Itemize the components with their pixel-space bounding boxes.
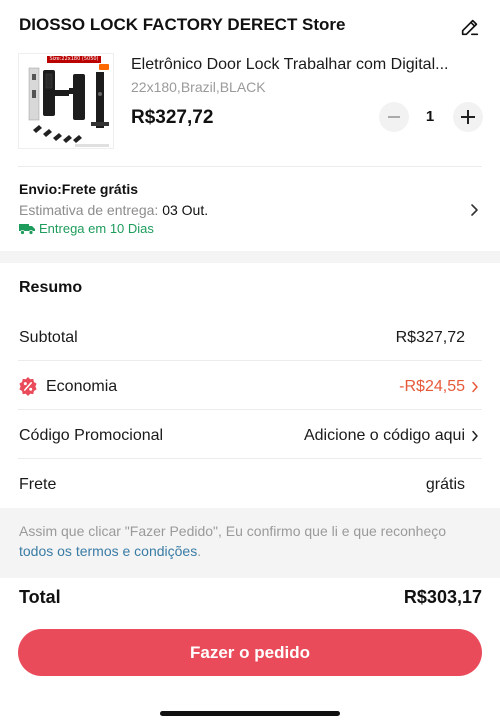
pencil-icon[interactable] — [459, 16, 481, 38]
quantity-increase-button[interactable] — [453, 102, 483, 132]
delivery-time: Entrega em 10 Dias — [19, 221, 154, 236]
promo-code-label: Código Promocional — [19, 427, 164, 444]
product-image[interactable]: Size:22x180 (5050) — [18, 53, 114, 149]
store-name[interactable]: DIOSSO LOCK FACTORY DERECT Store — [19, 15, 346, 35]
place-order-button[interactable]: Fazer o pedido — [18, 629, 482, 676]
subtotal-label: Subtotal — [19, 329, 78, 346]
economy-row[interactable]: Economia -R$24,55 — [18, 361, 482, 410]
terms-link[interactable]: todos os termos e condições — [19, 543, 197, 559]
total-value: R$303,17 — [403, 587, 482, 607]
promo-code-row[interactable]: Código Promocional Adicione o código aqu… — [18, 410, 482, 459]
promo-code-value: Adicione o código aqui — [303, 427, 465, 444]
product-title[interactable]: Eletrônico Door Lock Trabalhar com Digit… — [131, 56, 476, 74]
shipping-title: Envio:Frete grátis — [19, 181, 139, 197]
subtotal-row: Subtotal R$327,72 — [18, 312, 482, 361]
economy-label: Economia — [46, 378, 118, 395]
delivery-estimate: Estimativa de entrega: 03 Out. — [19, 202, 208, 218]
terms-text-main: Assim que clicar "Fazer Pedido", Eu conf… — [19, 523, 447, 539]
quantity-decrease-button[interactable] — [379, 102, 409, 132]
chevron-right-icon — [472, 430, 478, 442]
shipping-cost-value: grátis — [425, 476, 465, 493]
brand-tag — [99, 64, 109, 70]
section-separator — [0, 251, 500, 263]
percent-badge-icon — [19, 377, 37, 396]
size-tag: Size:22x180 (5050) — [47, 56, 101, 63]
subtotal-value: R$327,72 — [395, 329, 465, 346]
quantity-value: 1 — [425, 108, 435, 125]
terms-text: Assim que clicar "Fazer Pedido", Eu conf… — [19, 521, 481, 561]
total-label: Total — [19, 587, 61, 607]
terms-notice: Assim que clicar "Fazer Pedido", Eu conf… — [0, 508, 500, 578]
chevron-right-icon[interactable] — [469, 203, 479, 217]
terms-text-suffix: . — [197, 543, 202, 559]
summary-title: Resumo — [19, 279, 83, 296]
product-price: R$327,72 — [131, 107, 214, 128]
delivery-time-text: Entrega em 10 Dias — [39, 221, 154, 236]
economy-value: -R$24,55 — [399, 378, 465, 395]
home-indicator[interactable] — [160, 711, 340, 716]
shipping-cost-label: Frete — [19, 476, 57, 493]
shipping-cost-row: Frete grátis — [18, 459, 482, 508]
product-variant[interactable]: 22x180,Brazil,BLACK — [131, 79, 266, 95]
delivery-estimate-label: Estimativa de entrega: — [19, 202, 159, 218]
product-item: Size:22x180 (5050) Eletrônico Door Lock … — [0, 52, 500, 166]
chevron-right-icon — [472, 381, 478, 393]
delivery-estimate-date: 03 Out. — [162, 202, 209, 218]
truck-icon — [19, 224, 35, 235]
shipping-section[interactable]: Envio:Frete grátis Estimativa de entrega… — [0, 167, 500, 251]
store-header: DIOSSO LOCK FACTORY DERECT Store — [0, 0, 500, 52]
